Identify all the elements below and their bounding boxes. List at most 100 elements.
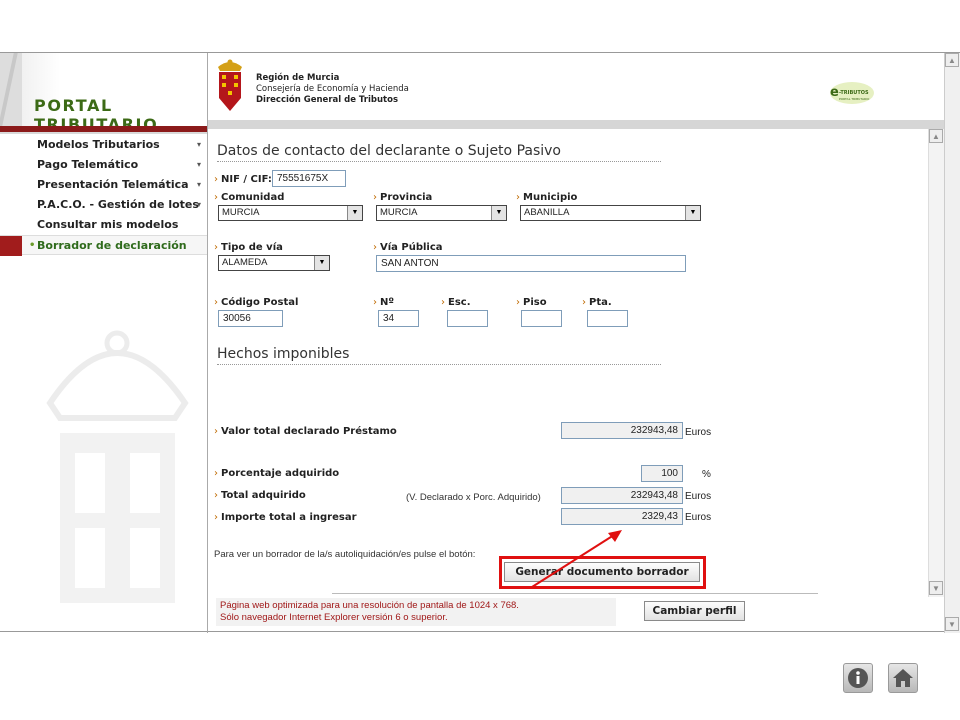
chevron-right-icon: › [516,297,520,308]
chevron-right-icon: › [214,490,218,501]
active-indicator [0,236,22,256]
tipo-via-label-text: Tipo de vía [221,242,283,253]
chevron-right-icon: › [214,468,218,479]
tipo-via-select-value: ALAMEDA [222,257,268,268]
chevron-right-icon: › [214,192,218,203]
menu-item-label: Pago Telemático [37,158,139,171]
organization-name: Región de Murcia Consejería de Economía … [256,73,409,106]
municipio-select[interactable]: ABANILLA ▼ [520,205,701,221]
via-publica-label-text: Vía Pública [380,242,443,253]
home-button[interactable] [888,663,918,693]
menu-item-presentacion-telematica[interactable]: Presentación Telemática ▾ [0,175,207,195]
chevron-right-icon: › [214,174,218,185]
total-adquirido-label-text: Total adquirido [221,490,306,501]
scroll-down-icon[interactable]: ▼ [945,617,959,631]
comunidad-select[interactable]: MURCIA ▼ [218,205,363,221]
total-adquirido-field: 232943,48 [561,487,683,504]
menu-item-label: Borrador de declaración [37,239,187,252]
menu-item-pago-telematico[interactable]: Pago Telemático ▾ [0,155,207,175]
scroll-up-icon[interactable]: ▲ [929,129,943,143]
provincia-select[interactable]: MURCIA ▼ [376,205,507,221]
chevron-down-icon: ▾ [196,160,201,169]
chevron-down-icon: ▾ [196,180,201,189]
piso-label: › Piso [516,297,547,308]
tipo-via-label: › Tipo de vía [214,242,283,253]
comunidad-label-text: Comunidad [221,192,285,203]
importe-total-label: › Importe total a ingresar [214,512,357,523]
etributos-icon: e -TRIBUTOS PORTAL TRIBUTARIO [830,82,874,104]
borrador-instruction: Para ver un borrador de la/s autoliquida… [214,549,476,560]
window-scrollbar[interactable]: ▲ ▼ [944,53,960,633]
footer-notice: Página web optimizada para una resolució… [216,598,616,626]
porcentaje-label-text: Porcentaje adquirido [221,468,340,479]
municipio-select-value: ABANILLA [524,207,570,218]
content-scrollbar[interactable]: ▲ ▼ [928,129,944,597]
menu-item-label: Modelos Tributarios [37,138,160,151]
footer-line: Página web optimizada para una resolució… [220,600,519,611]
dropdown-arrow-icon: ▼ [347,206,362,220]
chevron-right-icon: › [214,512,218,523]
currency-unit: Euros [685,491,712,502]
svg-text:-TRIBUTOS: -TRIBUTOS [839,90,869,96]
tipo-via-select[interactable]: ALAMEDA ▼ [218,255,330,271]
codigo-postal-label-text: Código Postal [221,297,299,308]
importe-total-label-text: Importe total a ingresar [221,512,357,523]
chevron-right-icon: › [582,297,586,308]
region-crest-icon [218,59,242,111]
footer-divider [332,593,818,594]
menu-item-label: Consultar mis modelos [37,218,179,231]
escalera-label: › Esc. [441,297,471,308]
menu-item-modelos-tributarios[interactable]: Modelos Tributarios ▾ [0,135,207,155]
porcentaje-field: 100 [641,465,683,482]
porcentaje-label: › Porcentaje adquirido [214,468,339,479]
escalera-input[interactable] [447,310,488,327]
currency-unit: Euros [685,427,712,438]
annotation-arrow-icon [531,530,622,588]
puerta-input[interactable] [587,310,628,327]
codigo-postal-input[interactable]: 30056 [218,310,283,327]
side-menu: Modelos Tributarios ▾ Pago Telemático ▾ … [0,135,207,256]
org-line: Dirección General de Tributos [256,95,399,105]
hechos-section-title: Hechos imponibles [217,346,661,365]
nif-input[interactable]: 75551675X [272,170,346,187]
numero-input[interactable]: 34 [378,310,419,327]
etributos-logo: e -TRIBUTOS PORTAL TRIBUTARIO [830,79,880,109]
chevron-right-icon: › [373,242,377,253]
provincia-label-text: Provincia [380,192,433,203]
change-profile-button[interactable]: Cambiar perfil [644,601,745,621]
chevron-right-icon: › [441,297,445,308]
via-publica-label: › Vía Pública [373,242,443,253]
piso-input[interactable] [521,310,562,327]
valor-total-label: › Valor total declarado Préstamo [214,426,397,437]
crest-watermark-icon [46,330,189,603]
piso-label-text: Piso [523,297,547,308]
nif-label: › NIF / CIF: [214,174,272,185]
bullet-icon: • [29,240,36,251]
comunidad-select-value: MURCIA [222,207,260,218]
chevron-down-icon: ▾ [196,140,201,149]
contact-section-title: Datos de contacto del declarante o Sujet… [217,143,661,162]
via-publica-input[interactable]: SAN ANTON [376,255,686,272]
municipio-label: › Municipio [516,192,577,203]
numero-label: › Nº [373,297,394,308]
left-accent-bar [0,132,207,134]
browser-frame: PORTAL TRIBUTARIO Región de Murcia Conse… [0,52,960,633]
dropdown-arrow-icon: ▼ [314,256,329,270]
org-line: Consejería de Economía y Hacienda [256,84,409,94]
chevron-right-icon: › [373,192,377,203]
scroll-up-icon[interactable]: ▲ [945,53,959,67]
home-icon [893,669,913,687]
provincia-label: › Provincia [373,192,432,203]
menu-item-label: Presentación Telemática [37,178,189,191]
menu-item-consultar-modelos[interactable]: Consultar mis modelos [0,215,207,235]
info-button[interactable] [843,663,873,693]
menu-item-borrador-declaracion[interactable]: • Borrador de declaración [0,235,207,256]
numero-label-text: Nº [380,297,395,308]
chevron-right-icon: › [516,192,520,203]
menu-item-paco-gestion-lotes[interactable]: P.A.C.O. - Gestión de lotes ▾ [0,195,207,215]
valor-total-label-text: Valor total declarado Préstamo [221,426,397,437]
municipio-label-text: Municipio [523,192,578,203]
nif-label-text: NIF / CIF: [221,174,272,185]
chevron-right-icon: › [214,297,218,308]
scroll-down-icon[interactable]: ▼ [929,581,943,595]
